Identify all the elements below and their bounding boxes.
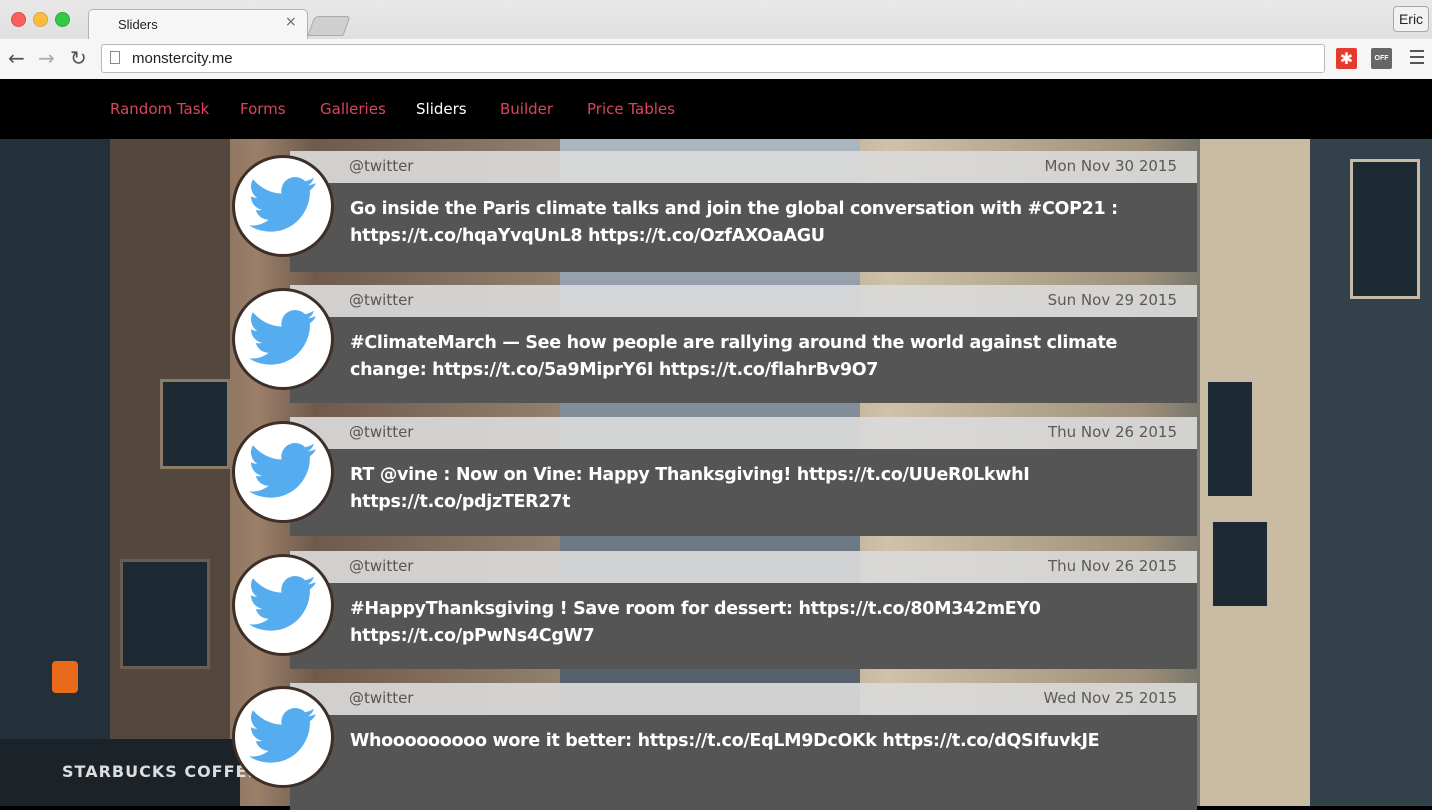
new-tab-button[interactable] — [307, 16, 351, 36]
nav-price-tables[interactable]: Price Tables — [587, 100, 675, 118]
tweet-header: @twitter Mon Nov 30 2015 — [290, 151, 1197, 183]
window — [1350, 159, 1420, 299]
window — [1210, 519, 1270, 609]
zoom-window-button[interactable] — [55, 12, 70, 27]
close-window-button[interactable] — [11, 12, 26, 27]
tweet-date: Thu Nov 26 2015 — [1047, 557, 1177, 575]
tweet-date: Wed Nov 25 2015 — [1043, 689, 1177, 707]
twitter-bird-icon — [235, 158, 331, 254]
tweet-date: Sun Nov 29 2015 — [1047, 291, 1177, 309]
extension-icon[interactable]: ✱ — [1336, 48, 1357, 69]
twitter-bird-icon — [235, 689, 331, 785]
reload-icon[interactable]: ↻ — [70, 47, 87, 69]
profile-button[interactable]: Eric — [1393, 6, 1429, 32]
tab-close-icon[interactable]: × — [285, 14, 297, 30]
twitter-bird-icon — [235, 291, 331, 387]
nav-sliders[interactable]: Sliders — [416, 100, 467, 118]
arrow-right-icon[interactable]: → — [38, 47, 55, 69]
tweet-body: Go inside the Paris climate talks and jo… — [290, 183, 1197, 272]
tweet-card: @twitter Thu Nov 26 2015 #HappyThanksgiv… — [290, 551, 1197, 669]
tweet-card: @twitter Sun Nov 29 2015 #ClimateMarch —… — [290, 285, 1197, 403]
minimize-window-button[interactable] — [33, 12, 48, 27]
tweet-header: @twitter Wed Nov 25 2015 — [290, 683, 1197, 715]
tweet-username: @twitter — [349, 291, 414, 309]
nav-random-task[interactable]: Random Task — [110, 100, 209, 118]
tweet-body: Whooooooooo wore it better: https://t.co… — [290, 715, 1197, 810]
hamburger-menu-icon[interactable] — [1410, 50, 1424, 64]
tweet-body: RT @vine : Now on Vine: Happy Thanksgivi… — [290, 449, 1197, 536]
twitter-bird-icon — [235, 424, 331, 520]
brick-building — [110, 139, 230, 806]
tweet-username: @twitter — [349, 423, 414, 441]
storefront-sign: STARBUCKS COFFEE — [62, 762, 260, 781]
street-lamp — [52, 661, 78, 693]
tweet-header: @twitter Thu Nov 26 2015 — [290, 551, 1197, 583]
tweet-body: #HappyThanksgiving ! Save room for desse… — [290, 583, 1197, 669]
tweet-text: #ClimateMarch — See how people are rally… — [350, 333, 1118, 380]
tweet-date: Thu Nov 26 2015 — [1047, 423, 1177, 441]
left-building — [0, 139, 110, 806]
nav-builder[interactable]: Builder — [500, 100, 553, 118]
tweet-username: @twitter — [349, 157, 414, 175]
tweet-card: @twitter Wed Nov 25 2015 Whooooooooo wor… — [290, 683, 1197, 810]
tweet-header: @twitter Sun Nov 29 2015 — [290, 285, 1197, 317]
twitter-bird-icon — [235, 557, 331, 653]
window — [160, 379, 230, 469]
nav-galleries[interactable]: Galleries — [320, 100, 386, 118]
off-extension-icon[interactable]: OFF — [1371, 48, 1392, 69]
tab-title: Sliders — [118, 17, 158, 32]
site-nav — [0, 79, 1432, 139]
tweet-card: @twitter Thu Nov 26 2015 RT @vine : Now … — [290, 417, 1197, 536]
page-icon — [110, 51, 120, 64]
window — [120, 559, 210, 669]
tweet-card: @twitter Mon Nov 30 2015 Go inside the P… — [290, 151, 1197, 272]
tweet-text: #HappyThanksgiving ! Save room for desse… — [350, 599, 1041, 646]
tweet-body: #ClimateMarch — See how people are rally… — [290, 317, 1197, 403]
window — [1205, 379, 1255, 499]
url-text[interactable]: monstercity.me — [132, 50, 233, 67]
tweet-header: @twitter Thu Nov 26 2015 — [290, 417, 1197, 449]
nav-forms[interactable]: Forms — [240, 100, 286, 118]
arrow-left-icon[interactable]: ← — [8, 47, 25, 69]
tweet-username: @twitter — [349, 689, 414, 707]
tweet-username: @twitter — [349, 557, 414, 575]
tweet-date: Mon Nov 30 2015 — [1044, 157, 1177, 175]
tweet-text: Go inside the Paris climate talks and jo… — [350, 199, 1118, 246]
tweet-text: RT @vine : Now on Vine: Happy Thanksgivi… — [350, 465, 1030, 512]
address-bar[interactable] — [101, 44, 1325, 73]
tweet-text: Whooooooooo wore it better: https://t.co… — [350, 731, 1100, 751]
